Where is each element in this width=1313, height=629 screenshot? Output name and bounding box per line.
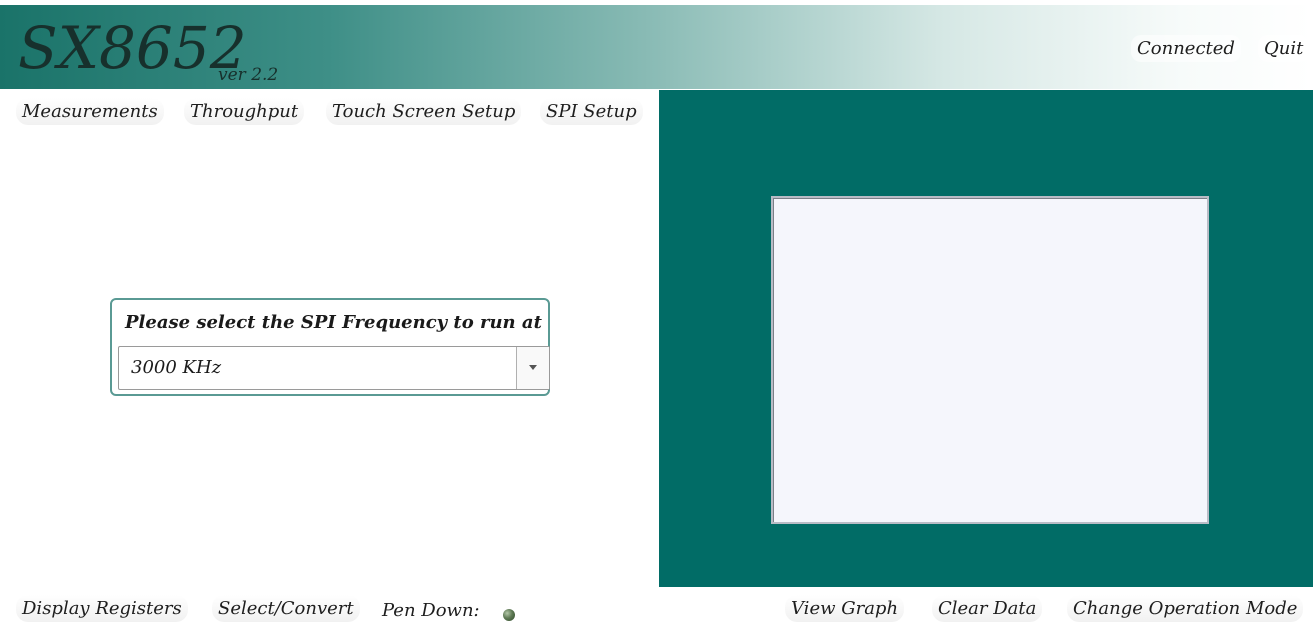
pen-down-label: Pen Down:	[382, 600, 480, 621]
tab-touch-screen-setup[interactable]: Touch Screen Setup	[326, 98, 522, 125]
touch-screen-area[interactable]	[771, 196, 1209, 524]
spi-frequency-panel: Please select the SPI Frequency to run a…	[110, 298, 550, 396]
display-registers-button[interactable]: Display Registers	[16, 595, 188, 622]
view-graph-button[interactable]: View Graph	[785, 595, 905, 622]
touch-display-panel	[659, 90, 1313, 587]
app-version: ver 2.2	[218, 65, 279, 85]
chevron-down-icon	[529, 365, 537, 370]
spi-frequency-prompt: Please select the SPI Frequency to run a…	[125, 312, 542, 333]
tab-throughput[interactable]: Throughput	[184, 98, 305, 125]
connected-button[interactable]: Connected	[1131, 35, 1241, 62]
quit-button[interactable]: Quit	[1258, 35, 1310, 62]
spi-frequency-value: 3000 KHz	[131, 357, 222, 378]
tab-spi-setup[interactable]: SPI Setup	[540, 98, 643, 125]
led-indicator-icon	[503, 609, 515, 621]
clear-data-button[interactable]: Clear Data	[932, 595, 1043, 622]
app-title: SX8652	[18, 14, 247, 82]
app-header: SX8652 ver 2.2 Connected Quit	[0, 5, 1313, 89]
tab-measurements[interactable]: Measurements	[16, 98, 164, 125]
dropdown-toggle[interactable]	[516, 347, 549, 389]
spi-frequency-dropdown[interactable]: 3000 KHz	[118, 346, 550, 390]
select-convert-button[interactable]: Select/Convert	[212, 595, 360, 622]
change-operation-mode-button[interactable]: Change Operation Mode	[1067, 595, 1304, 622]
